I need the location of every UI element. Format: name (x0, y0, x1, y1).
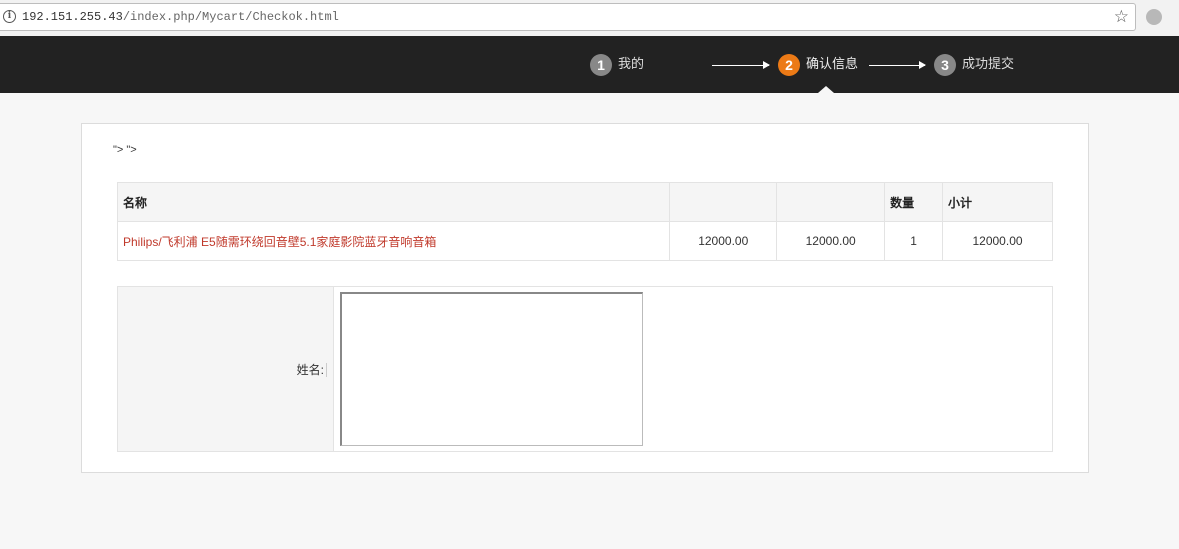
checkout-header: 1 我的 2 确认信息 3 成功提交 (0, 36, 1179, 93)
step-number: 1 (590, 54, 612, 76)
step-number: 2 (778, 54, 800, 76)
bookmark-star-icon[interactable]: ☆ (1114, 7, 1129, 27)
col-price2-header (776, 182, 886, 222)
product-subtotal: 12000.00 (942, 221, 1053, 261)
cart-table: 名称 数量 小计 Philips/飞利浦 E5随需环绕回音壁5.1家庭影院蓝牙音… (116, 182, 1053, 261)
product-price: 12000.00 (669, 221, 778, 261)
stray-text: "> "> (113, 144, 137, 156)
step-submit-success: 3 成功提交 (934, 54, 1014, 76)
url-path: /index.php/Mycart/Checkok.html (122, 10, 339, 24)
step-arrow-icon (869, 61, 926, 69)
step-label: 我的 (618, 57, 645, 72)
url-host: 192.151.255.43 (22, 10, 123, 24)
active-step-caret-icon (818, 86, 834, 93)
product-name-link[interactable]: Philips/飞利浦 E5随需环绕回音壁5.1家庭影院蓝牙音响音箱 (116, 221, 671, 261)
step-number: 3 (934, 54, 956, 76)
order-form: 姓名: (117, 286, 1053, 452)
product-qty: 1 (884, 221, 944, 261)
name-textarea[interactable] (340, 292, 643, 446)
col-price-header (669, 182, 778, 222)
col-qty-header: 数量 (884, 182, 944, 222)
table-header-row: 名称 数量 小计 (116, 182, 1053, 222)
profile-avatar-icon[interactable] (1146, 9, 1162, 25)
col-name-header: 名称 (116, 182, 671, 222)
col-subtotal-header: 小计 (942, 182, 1053, 222)
product-price2: 12000.00 (776, 221, 886, 261)
name-label: 姓名: (296, 362, 327, 377)
info-icon[interactable]: i (3, 10, 16, 23)
url-box[interactable]: i 192.151.255.43/index.php/Mycart/Checko… (0, 3, 1136, 31)
browser-address-bar: i 192.151.255.43/index.php/Mycart/Checko… (0, 0, 1179, 36)
table-row: Philips/飞利浦 E5随需环绕回音壁5.1家庭影院蓝牙音响音箱 12000… (116, 221, 1053, 261)
step-confirm-info: 2 确认信息 (778, 54, 858, 76)
checkout-panel: "> "> 名称 数量 小计 Philips/飞利浦 E5随需环绕回音壁5.1家… (81, 123, 1089, 473)
step-label: 确认信息 (806, 57, 859, 72)
form-row-name: 姓名: (117, 286, 1053, 452)
step-mine: 1 我的 (590, 54, 644, 76)
step-arrow-icon (712, 61, 770, 69)
step-label: 成功提交 (962, 57, 1015, 72)
name-field-cell (333, 286, 1053, 452)
name-label-cell: 姓名: (117, 286, 334, 452)
url-text[interactable]: 192.151.255.43/index.php/Mycart/Checkok.… (22, 10, 339, 24)
